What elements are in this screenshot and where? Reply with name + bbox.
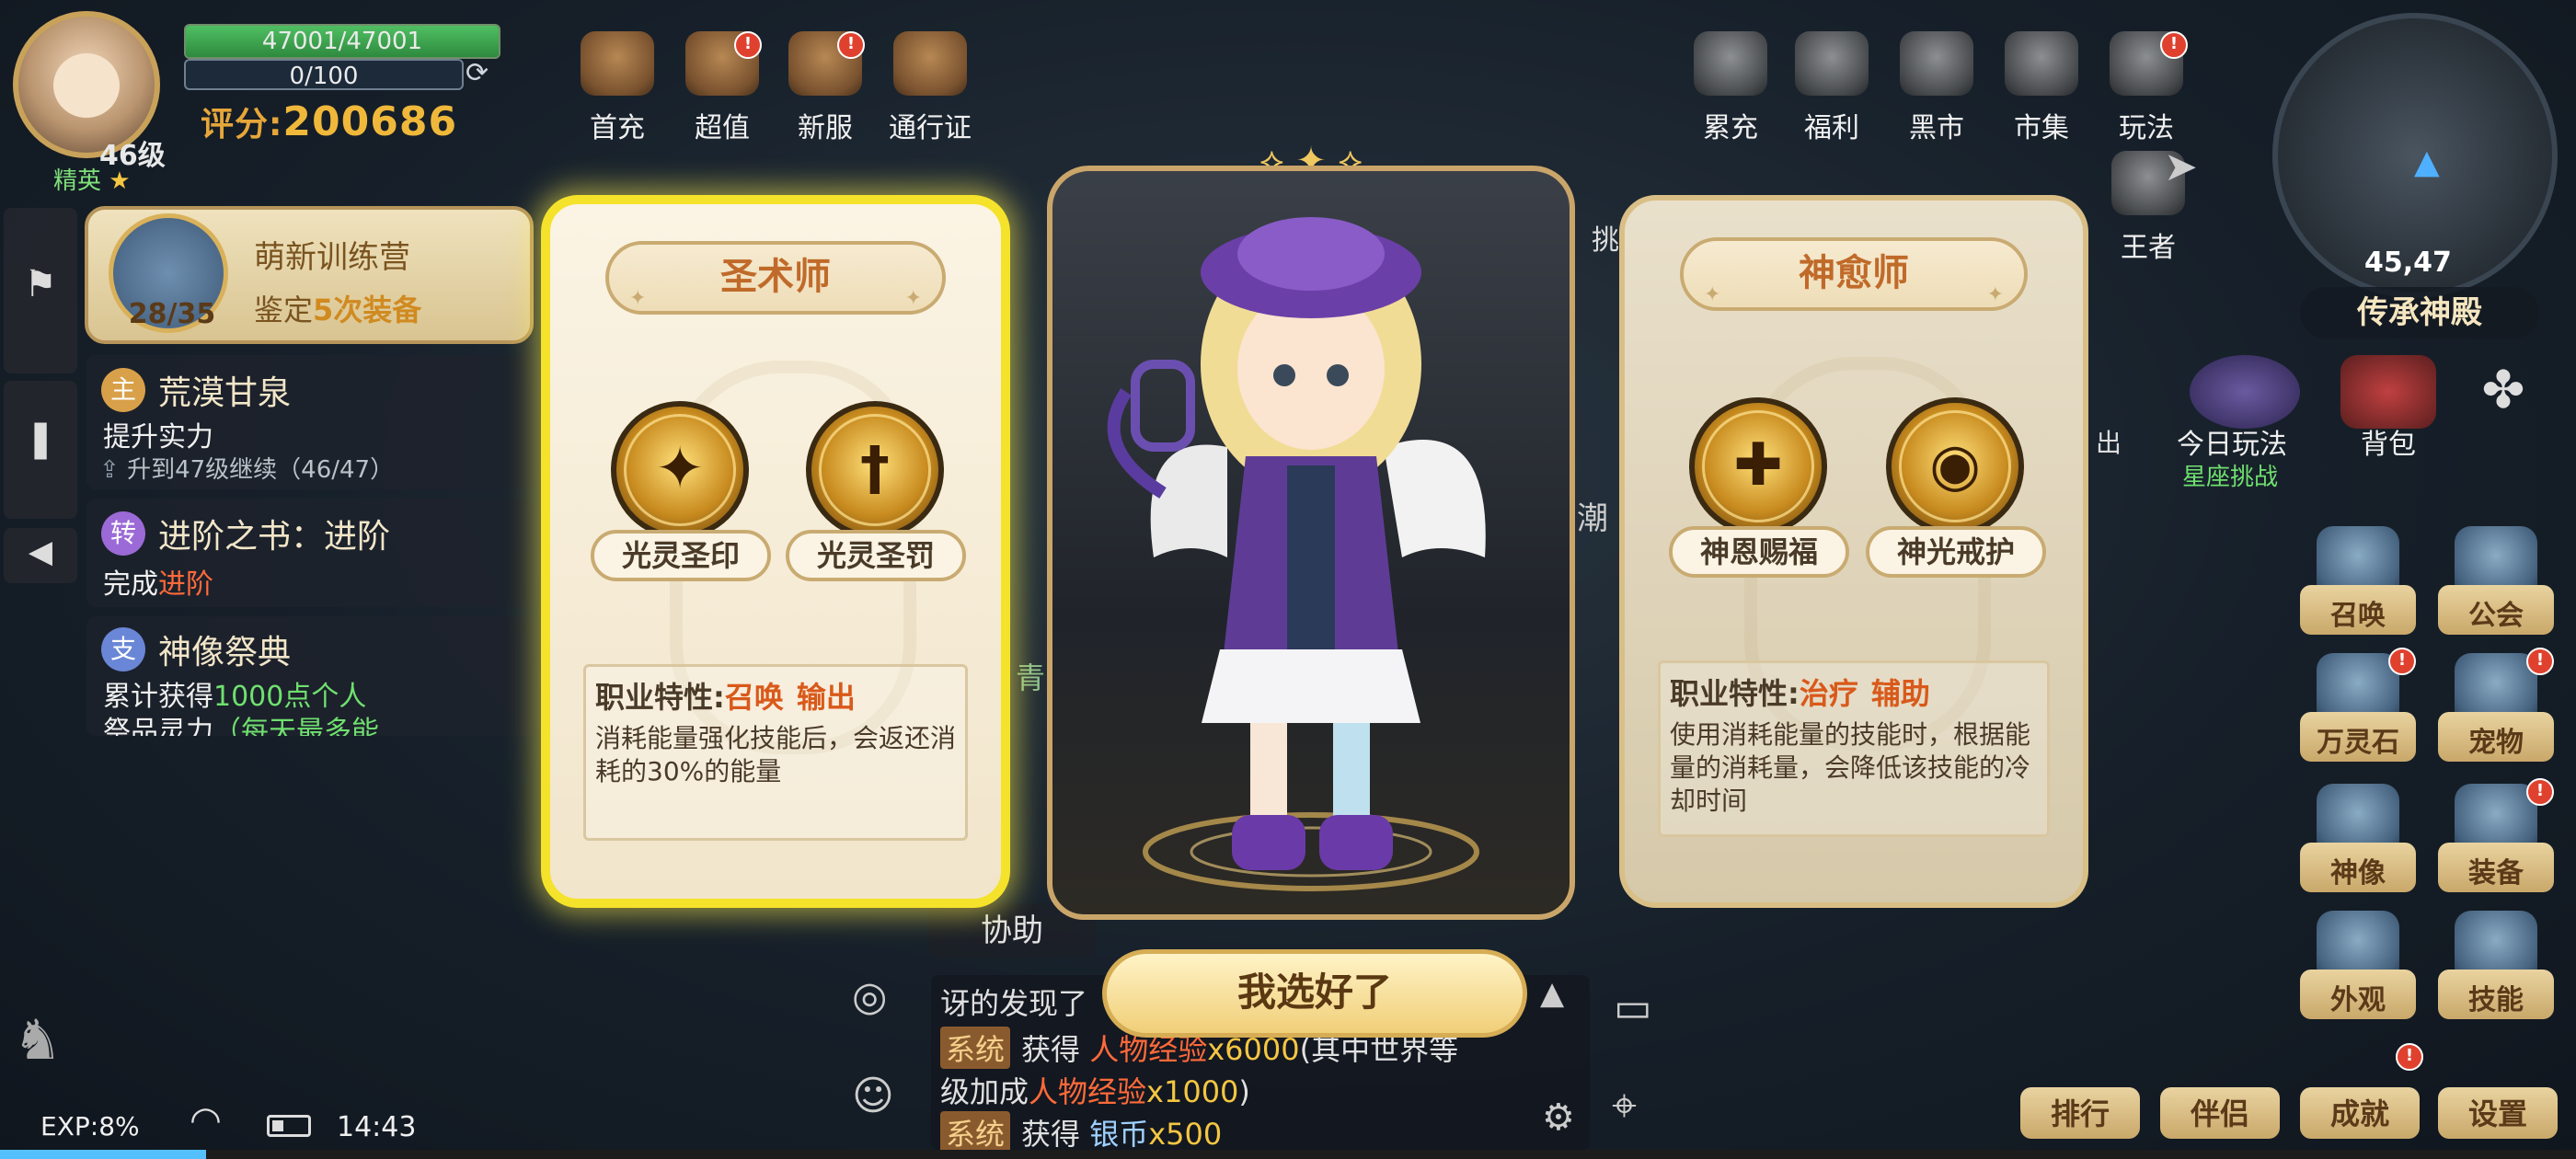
skill-divine-blessing-icon[interactable]: ✚	[1689, 397, 1827, 535]
friends-icon[interactable]: ☺	[852, 1073, 894, 1119]
team-tab[interactable]: ❚	[4, 381, 77, 519]
screen-icon[interactable]: ▭	[1614, 984, 1652, 1031]
camp-task: 鉴定5次装备	[254, 293, 422, 327]
exp-percentage: EXP:8%	[40, 1111, 140, 1142]
triangle-left-icon: ◀	[28, 534, 53, 570]
partial-label: 潮	[1577, 500, 1608, 537]
hp-bar: 47001/47001	[184, 24, 500, 59]
mount-horse-icon[interactable]: ♞	[13, 1008, 63, 1073]
first-charge-button[interactable]: 首充	[576, 31, 659, 144]
class-description: 职业特性:召唤 输出 消耗能量强化技能后，会返还消耗的30%的能量	[583, 664, 968, 841]
camp-progress: 28/35	[128, 298, 216, 330]
equipment-button[interactable]: ! 装备	[2438, 778, 2554, 892]
quest-text: 提升实力	[103, 421, 213, 453]
camp-title: 萌新训练营	[254, 239, 410, 276]
chat-expand-icon[interactable]: ▲	[1540, 975, 1564, 1012]
player-rank: 精英 ★	[53, 167, 131, 195]
quest-text-2: 祭品灵力（每天最多能	[103, 716, 379, 736]
player-marker-icon: ▲	[2414, 143, 2440, 181]
daily-play-label: 今日玩法	[2177, 429, 2287, 461]
voice-icon[interactable]: ◎	[852, 973, 887, 1020]
map-coordinates: 45,47	[2364, 247, 2452, 279]
clock-time: 14:43	[337, 1111, 417, 1143]
combat-score: 评分:200686	[201, 98, 458, 145]
expand-arrow-icon[interactable]: ➤	[2164, 143, 2198, 190]
chat-line: 级加成人物经验x1000)	[940, 1074, 1250, 1109]
collapse-button[interactable]: ◀	[4, 528, 77, 583]
energy-bar: 0/100	[184, 59, 464, 90]
bookmark-icon: ❚	[25, 418, 56, 460]
partner-button[interactable]: 伴侣	[2160, 1056, 2280, 1139]
appearance-button[interactable]: 外观	[2300, 911, 2416, 1019]
guild-button[interactable]: 公会	[2438, 526, 2554, 635]
class-card-holy-mage[interactable]: ✦ 圣术师 ✦ ✦ † 光灵圣印 光灵圣罚 职业特性:召唤 输出 消耗能量强化技能后，…	[541, 195, 1010, 908]
skill-label: 光灵圣印	[591, 530, 771, 581]
battery-icon	[267, 1115, 311, 1137]
quest-title: 进阶之书：进阶	[158, 518, 391, 556]
skill-light-seal-icon[interactable]: ✦	[611, 401, 749, 539]
skill-light-punish-icon[interactable]: †	[806, 401, 944, 539]
statue-button[interactable]: 神像	[2300, 784, 2416, 892]
quest-advance[interactable]: 转 进阶之书：进阶 完成进阶	[86, 499, 534, 607]
skill-label: 神光戒护	[1866, 526, 2046, 578]
welfare-button[interactable]: 福利	[1790, 31, 1873, 144]
quest-title: 荒漠甘泉	[158, 374, 292, 412]
skill-button[interactable]: 技能	[2438, 911, 2554, 1019]
super-value-button[interactable]: ! 超值	[681, 31, 764, 144]
chat-line: 系统 获得 银币x500	[940, 1111, 1222, 1153]
quest-badge-side: 支	[101, 627, 145, 671]
market-button[interactable]: 市集	[2000, 31, 2083, 144]
map-name[interactable]: 传承神殿	[2300, 287, 2539, 339]
daily-play-sub: 星座挑战	[2182, 464, 2279, 491]
pass-button[interactable]: 通行证	[889, 31, 972, 144]
class-description: 职业特性:治疗 辅助 使用消耗能量的技能时，根据能量的消耗量，会降低该技能的冷却时…	[1658, 660, 2050, 837]
energy-charge-icon[interactable]: ⟳	[466, 57, 489, 89]
quest-side[interactable]: 支 神像祭典 累计获得1000点个人 祭品灵力（每天最多能	[86, 616, 534, 736]
quest-main[interactable]: 主 荒漠甘泉 提升实力 ⇪ 升到47级继续（46/47）	[86, 355, 534, 489]
skill-label: 光灵圣罚	[786, 530, 966, 581]
exp-progress-bar	[0, 1150, 2576, 1159]
more-clover-icon[interactable]: ✤	[2462, 361, 2545, 434]
quest-text: 完成进阶	[103, 568, 213, 601]
task-tab[interactable]: ⚑	[4, 208, 77, 373]
target-lock-icon[interactable]: ⌖	[1612, 1080, 1637, 1132]
class-title: ✦ 神愈师 ✦	[1680, 237, 2028, 311]
flag-icon: ⚑	[24, 263, 57, 305]
star-icon: ★	[109, 167, 131, 195]
bag-label: 背包	[2361, 429, 2416, 461]
quest-badge-advance: 转	[101, 511, 145, 556]
new-server-button[interactable]: ! 新服	[784, 31, 867, 144]
ranking-button[interactable]: 排行	[2020, 1056, 2140, 1139]
partial-label: 出	[2096, 428, 2122, 458]
skill-label: 神恩赐福	[1669, 526, 1849, 578]
daily-play-icon[interactable]	[2190, 355, 2300, 429]
chat-settings-gear-icon[interactable]: ⚙	[1542, 1096, 1575, 1139]
partial-label: 青	[1016, 660, 1046, 695]
skill-divine-guard-icon[interactable]: ◉	[1886, 397, 2024, 535]
class-title: ✦ 圣术师 ✦	[605, 241, 946, 315]
spirit-stone-button[interactable]: ! 万灵石	[2300, 648, 2416, 762]
arrow-icon: ⇪	[99, 456, 128, 484]
character-portrait	[1047, 166, 1575, 920]
summon-button[interactable]: 召唤	[2300, 526, 2416, 635]
achievement-button[interactable]: ! 成就	[2300, 1043, 2423, 1139]
pet-button[interactable]: ! 宠物	[2438, 648, 2554, 762]
quest-title: 神像祭典	[158, 634, 292, 671]
settings-button[interactable]: 设置	[2438, 1056, 2558, 1139]
class-card-divine-healer[interactable]: ✦ 神愈师 ✦ ✚ ◉ 神恩赐福 神光戒护 职业特性:治疗 辅助 使用消耗能量的技能时…	[1619, 195, 2088, 908]
quest-badge-main: 主	[101, 368, 145, 412]
confirm-selection-button[interactable]: 我选好了	[1102, 949, 1527, 1038]
chat-line: 讶的发现了	[940, 986, 1088, 1021]
bag-icon[interactable]	[2340, 355, 2436, 429]
gameplay-button[interactable]: ! 玩法	[2105, 31, 2188, 144]
quest-sub: ⇪ 升到47级继续（46/47）	[99, 456, 395, 484]
wifi-icon: ◠	[190, 1099, 222, 1142]
black-market-button[interactable]: 黑市	[1895, 31, 1978, 144]
cumulative-charge-button[interactable]: 累充	[1689, 31, 1772, 144]
partial-label: 挑	[1592, 224, 1619, 257]
